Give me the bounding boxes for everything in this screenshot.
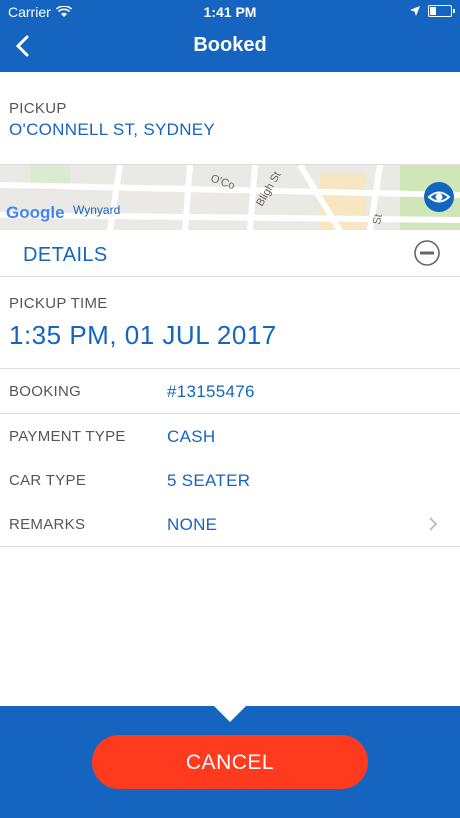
row-key: REMARKS [9,516,86,533]
details-title: DETAILS [23,244,108,266]
map-place-label: Wynyard [73,203,121,217]
pickup-address: O'CONNELL ST, SYDNEY [9,120,216,139]
car-type-row: CAR TYPE 5 SEATER [0,458,460,503]
collapse-minus-icon[interactable] [414,240,440,266]
map-street-label-3: St [371,213,385,225]
view-map-button[interactable] [424,182,454,212]
row-key: PAYMENT TYPE [9,428,126,445]
row-value: CASH [167,427,216,446]
row-key: BOOKING [9,383,82,400]
row-value: NONE [167,515,218,534]
cancel-button[interactable]: CANCEL [92,735,368,789]
chevron-right-icon [429,517,438,531]
payment-type-row: PAYMENT TYPE CASH [0,414,460,459]
pickup-time-value: 1:35 PM, 01 JUL 2017 [9,320,277,350]
map-streets: O'Co Bligh St St [0,165,460,231]
status-bar: Carrier 1:41 PM [0,0,460,24]
status-time: 1:41 PM [203,4,257,20]
pickup-time-section: PICKUP TIME 1:35 PM, 01 JUL 2017 [0,276,460,369]
row-value: #13155476 [167,382,255,401]
eye-icon [427,191,451,203]
pickup-label: PICKUP [9,100,67,117]
row-value: 5 SEATER [167,471,251,490]
booking-row: BOOKING #13155476 [0,369,460,414]
row-key: CAR TYPE [9,472,87,489]
battery-icon [428,5,455,17]
page-title: Booked [193,34,267,56]
map-view[interactable]: O'Co Bligh St St Google Wynyard [0,164,460,231]
pickup-time-label: PICKUP TIME [9,295,108,312]
footer-notch [214,706,246,722]
remarks-row[interactable]: REMARKS NONE [0,502,460,547]
details-header[interactable]: DETAILS [0,230,460,277]
nav-header: Carrier 1:41 PM Booked [0,0,460,72]
google-logo: Google [6,203,65,222]
pickup-section: PICKUP O'CONNELL ST, SYDNEY [0,72,460,164]
location-arrow-icon [410,6,420,16]
